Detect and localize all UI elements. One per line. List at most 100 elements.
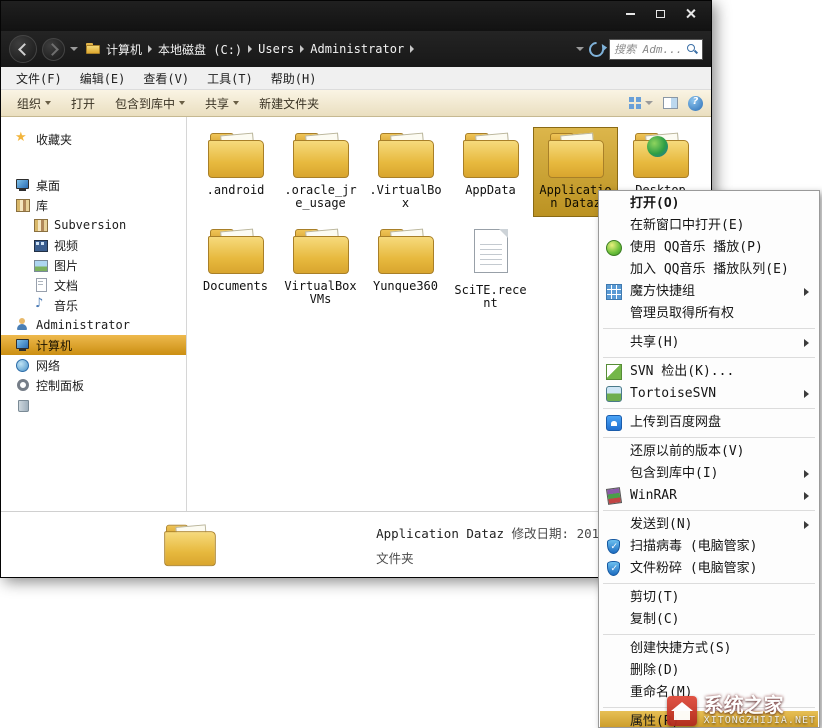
context-menu-item[interactable]: 扫描病毒 (电脑管家) [600,536,818,558]
context-menu-item[interactable]: 在新窗口中打开(E) [600,215,818,237]
sidebar-item-pictures[interactable]: 图片 [1,255,186,275]
sidebar-item-label: 文档 [54,277,78,294]
desktop-icon [15,178,30,192]
sidebar-item-desktop[interactable]: 桌面 [1,175,186,195]
menubar-item[interactable]: 查看(V) [134,70,198,87]
context-menu-item[interactable]: 剪切(T) [600,587,818,609]
context-menu-item[interactable]: WinRAR [600,485,818,507]
breadcrumb-separator-icon[interactable] [410,45,414,53]
toolbar-button[interactable]: 包含到库中 [107,92,193,115]
context-menu-item[interactable]: 加入 QQ音乐 播放队列(E) [600,259,818,281]
context-menu-item[interactable]: 魔方快捷组 [600,281,818,303]
toolbar-button-label: 共享 [205,95,229,112]
search-box[interactable]: 搜索 Adm... [609,39,703,60]
context-menu-item[interactable]: 删除(D) [600,660,818,682]
context-menu-item[interactable]: SVN 检出(K)... [600,361,818,383]
breadcrumb-item[interactable]: 计算机 [106,41,142,58]
submenu-arrow-icon [804,390,809,398]
minimize-button[interactable] [615,4,645,23]
maximize-button[interactable] [645,4,675,23]
folder-icon [631,129,691,181]
menubar-item[interactable]: 帮助(H) [262,70,326,87]
file-item[interactable]: .VirtualBox [363,127,448,217]
close-button[interactable] [675,4,705,23]
sidebar-item-label: 控制面板 [36,377,84,394]
context-menu-item[interactable]: 创建快捷方式(S) [600,638,818,660]
context-menu-item[interactable]: 打开(O) [600,193,818,215]
file-item-label: SciTE.recent [452,284,530,310]
toolbar-buttons: 组织打开包含到库中共享 新建文件夹 [9,92,629,115]
context-menu-item[interactable]: 复制(C) [600,609,818,631]
context-menu-item[interactable]: 文件粉碎 (电脑管家) [600,558,818,580]
computer-icon [15,338,30,352]
context-menu-item-label: 包含到库中(I) [630,466,718,481]
file-item[interactable]: SciTE.recent [448,223,533,313]
context-menu-item[interactable]: 管理员取得所有权 [600,303,818,325]
sidebar-item-control-panel[interactable]: 控制面板 [1,375,186,395]
toolbar-button[interactable]: 共享 [197,92,247,115]
context-menu-item[interactable]: 还原以前的版本(V) [600,441,818,463]
search-input[interactable]: 搜索 Adm... [614,41,686,57]
help-button[interactable] [688,96,703,111]
context-menu-item[interactable]: 发送到(N) [600,514,818,536]
breadcrumb-separator-icon[interactable] [148,45,152,53]
recent-pages-dropdown-icon[interactable] [70,47,78,51]
maximize-icon [656,10,665,18]
sidebar-item-computer[interactable]: 计算机 [1,335,186,355]
forward-button[interactable] [42,38,65,61]
folder-decor-icon [647,136,668,157]
breadcrumb-item[interactable]: Users [258,42,294,56]
file-item[interactable]: .oracle_jre_usage [278,127,363,217]
preview-pane-button[interactable] [663,97,678,109]
file-item[interactable]: .android [193,127,278,217]
star-icon [15,132,30,146]
context-menu-item[interactable]: 上传到百度网盘 [600,412,818,434]
sidebar-item-music[interactable]: 音乐 [1,295,186,315]
breadcrumb-item[interactable]: Administrator [310,42,404,56]
context-menu-item[interactable]: TortoiseSVN [600,383,818,405]
file-item[interactable]: Documents [193,223,278,313]
network-icon [15,358,30,372]
file-item[interactable]: VirtualBox VMs [278,223,363,313]
folder-icon [461,129,521,181]
toolbar-button[interactable]: 组织 [9,92,59,115]
context-menu-item-label: 魔方快捷组 [630,284,695,299]
address-history-dropdown-icon[interactable] [576,47,584,51]
sidebar-item-subversion[interactable]: Subversion [1,215,186,235]
menubar-item[interactable]: 文件(F) [7,70,71,87]
folder-icon [291,225,351,277]
context-menu-item[interactable]: 包含到库中(I) [600,463,818,485]
sidebar-item-documents[interactable]: 文档 [1,275,186,295]
sidebar-item-network[interactable]: 网络 [1,355,186,375]
title-bar[interactable] [1,1,711,31]
sidebar-item-administrator[interactable]: Administrator [1,315,186,335]
toolbar-button[interactable]: 打开 [63,92,103,115]
file-item[interactable]: Yunque360 [363,223,448,313]
context-menu-item[interactable]: 共享(H) [600,332,818,354]
file-item[interactable]: AppData [448,127,533,217]
watermark-brand: 系统之家 [704,695,816,715]
toolbar-button[interactable]: 新建文件夹 [251,92,327,115]
breadcrumb-item[interactable]: 本地磁盘 (C:) [158,41,242,58]
file-item-label: Documents [197,280,275,293]
chevron-down-icon [45,101,51,105]
context-menu-item[interactable]: 使用 QQ音乐 播放(P) [600,237,818,259]
watermark-logo-icon [667,696,697,726]
help-icon [688,96,703,111]
back-button[interactable] [9,35,37,63]
menu-separator [603,634,815,635]
sidebar-item-recycle-bin[interactable] [1,395,186,415]
sidebar-item-libraries[interactable]: 库 [1,195,186,215]
user-icon [15,318,30,332]
menu-separator [603,510,815,511]
menubar-item[interactable]: 编辑(E) [71,70,135,87]
sidebar: 收藏夹桌面库Subversion视频图片文档音乐Administrator计算机… [1,117,187,511]
sidebar-item-videos[interactable]: 视频 [1,235,186,255]
breadcrumb-separator-icon[interactable] [300,45,304,53]
menubar-item[interactable]: 工具(T) [198,70,262,87]
chevron-down-icon [645,101,653,105]
breadcrumb-separator-icon[interactable] [248,45,252,53]
sidebar-item-favorites[interactable]: 收藏夹 [1,129,186,149]
refresh-icon[interactable] [586,38,607,59]
change-view-button[interactable] [629,97,653,110]
